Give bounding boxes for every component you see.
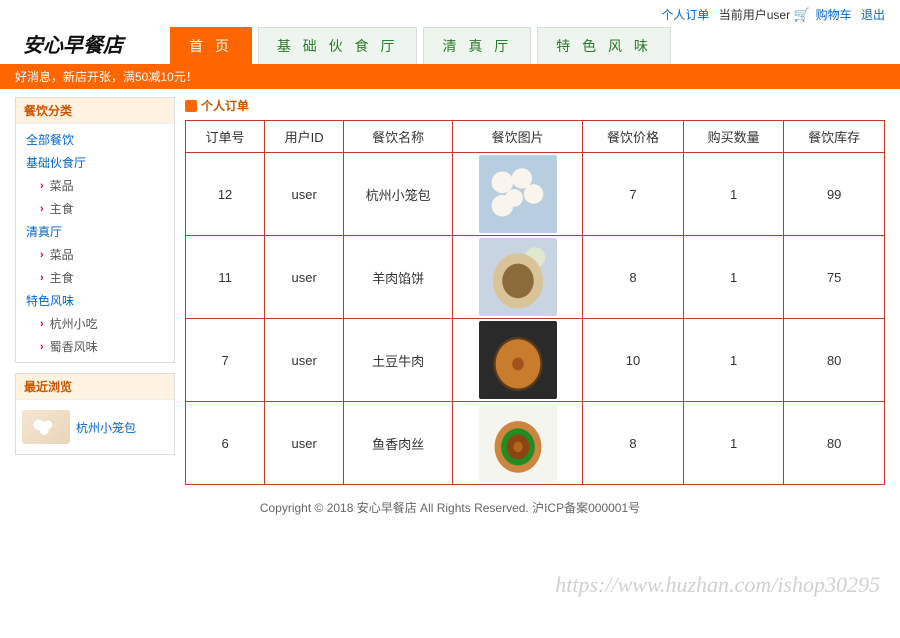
cat-sub-0-1[interactable]: 主食 <box>22 197 174 220</box>
cell: user <box>265 236 344 319</box>
cell <box>453 236 583 319</box>
cat-all[interactable]: 全部餐饮 <box>16 128 174 151</box>
cell: 鱼香肉丝 <box>344 402 453 485</box>
cat-sub-2-0[interactable]: 杭州小吃 <box>22 312 174 335</box>
cell <box>453 153 583 236</box>
cat-group-1[interactable]: 清真厅 <box>16 220 174 243</box>
cat-sub-2-1[interactable]: 蜀香风味 <box>22 335 174 358</box>
nav-tab-1[interactable]: 基 础 伙 食 厅 <box>258 27 418 64</box>
content-area: 个人订单 订单号用户ID餐饮名称餐饮图片餐饮价格购买数量餐饮库存 12user杭… <box>185 97 885 485</box>
cell: user <box>265 153 344 236</box>
cell: 12 <box>186 153 265 236</box>
table-row: 12user杭州小笼包 7199 <box>186 153 885 236</box>
recent-item[interactable]: 杭州小笼包 <box>16 404 174 450</box>
cat-sub-0-0[interactable]: 菜品 <box>22 174 174 197</box>
cart-icon: 🛒 <box>793 7 809 22</box>
cell: 7 <box>186 319 265 402</box>
link-logout[interactable]: 退出 <box>861 8 885 22</box>
table-row: 11user羊肉馅饼 8175 <box>186 236 885 319</box>
food-image-icon <box>479 321 557 399</box>
col-header-5: 购买数量 <box>683 121 784 153</box>
cell: 8 <box>583 402 684 485</box>
col-header-4: 餐饮价格 <box>583 121 684 153</box>
announcement-bar: 好消息，新店开张，满50减10元！ <box>0 64 900 89</box>
content-title-text: 个人订单 <box>201 97 249 114</box>
cat-group-2[interactable]: 特色风味 <box>16 289 174 312</box>
food-image-icon <box>479 155 557 233</box>
table-row: 6user鱼香肉丝 8180 <box>186 402 885 485</box>
cell: user <box>265 402 344 485</box>
link-cart[interactable]: 购物车 <box>816 8 852 22</box>
cell: 1 <box>683 402 784 485</box>
cell: 8 <box>583 236 684 319</box>
cell: 80 <box>784 402 885 485</box>
cell: 杭州小笼包 <box>344 153 453 236</box>
col-header-3: 餐饮图片 <box>453 121 583 153</box>
col-header-1: 用户ID <box>265 121 344 153</box>
nav-tab-3[interactable]: 特 色 风 味 <box>537 27 671 64</box>
nav-tab-0[interactable]: 首 页 <box>170 27 252 64</box>
cat-sub-1-0[interactable]: 菜品 <box>22 243 174 266</box>
cell <box>453 402 583 485</box>
cell: 7 <box>583 153 684 236</box>
cell: 80 <box>784 319 885 402</box>
link-personal-orders[interactable]: 个人订单 <box>661 8 709 22</box>
cell: 99 <box>784 153 885 236</box>
food-image-icon <box>479 238 557 316</box>
categories-box: 餐饮分类 全部餐饮基础伙食厅菜品主食清真厅菜品主食特色风味杭州小吃蜀香风味 <box>15 97 175 363</box>
col-header-6: 餐饮库存 <box>784 121 885 153</box>
recent-thumb-icon <box>22 410 70 444</box>
nav-tab-2[interactable]: 清 真 厅 <box>423 27 531 64</box>
content-title: 个人订单 <box>185 97 885 114</box>
cell: user <box>265 319 344 402</box>
col-header-0: 订单号 <box>186 121 265 153</box>
col-header-2: 餐饮名称 <box>344 121 453 153</box>
recent-title: 最近浏览 <box>16 374 174 400</box>
sidebar: 餐饮分类 全部餐饮基础伙食厅菜品主食清真厅菜品主食特色风味杭州小吃蜀香风味 最近… <box>15 97 175 465</box>
cell: 10 <box>583 319 684 402</box>
cat-group-0[interactable]: 基础伙食厅 <box>16 151 174 174</box>
cell: 6 <box>186 402 265 485</box>
categories-title: 餐饮分类 <box>16 98 174 124</box>
cell: 1 <box>683 153 784 236</box>
cell: 土豆牛肉 <box>344 319 453 402</box>
food-image-icon <box>479 404 557 482</box>
cell: 1 <box>683 236 784 319</box>
footer: Copyright © 2018 安心早餐店 All Rights Reserv… <box>0 485 900 546</box>
main-nav: 首 页基 础 伙 食 厅清 真 厅特 色 风 味 <box>170 27 671 64</box>
recent-name: 杭州小笼包 <box>76 419 136 436</box>
cell: 11 <box>186 236 265 319</box>
topbar: 个人订单 当前用户user 🛒 购物车 退出 <box>15 0 885 25</box>
current-user-label: 当前用户user <box>719 8 790 22</box>
cell <box>453 319 583 402</box>
cat-sub-1-1[interactable]: 主食 <box>22 266 174 289</box>
site-logo: 安心早餐店 <box>15 25 170 64</box>
watermark: https://www.huzhan.com/ishop30295 <box>555 572 880 598</box>
cell: 75 <box>784 236 885 319</box>
recent-box: 最近浏览 杭州小笼包 <box>15 373 175 455</box>
announcement-text: 好消息，新店开张，满50减10元！ <box>15 68 885 85</box>
table-row: 7user土豆牛肉 10180 <box>186 319 885 402</box>
orders-table: 订单号用户ID餐饮名称餐饮图片餐饮价格购买数量餐饮库存 12user杭州小笼包7… <box>185 120 885 485</box>
title-bullet-icon <box>185 100 197 112</box>
cell: 1 <box>683 319 784 402</box>
cell: 羊肉馅饼 <box>344 236 453 319</box>
